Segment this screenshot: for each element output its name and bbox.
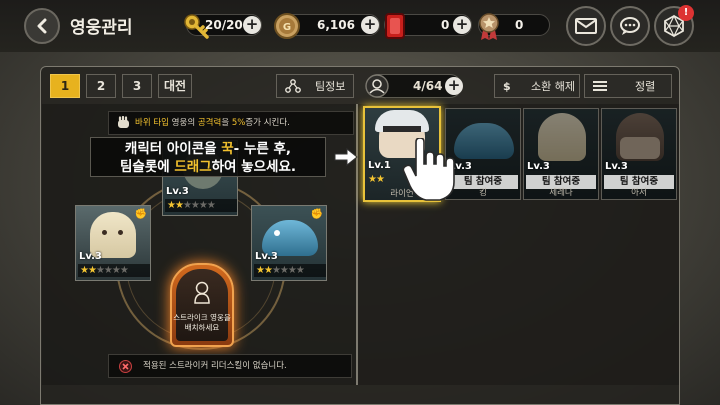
tutorial-highlight: 꾹 xyxy=(221,141,234,157)
hero-name: 세레나 xyxy=(549,188,573,198)
strike-slot-inner: 스트라이크 영웅을 배치하세요 xyxy=(173,269,231,341)
hero-count-value: 4/64 xyxy=(413,79,443,93)
rock-type-icon: ✊ xyxy=(310,209,323,220)
slot-stars: ★★★★★★ xyxy=(254,264,326,277)
gold-coin-icon: G xyxy=(274,13,300,39)
dice-menu-button[interactable]: ! xyxy=(654,5,694,46)
hero-level: Lv.1 xyxy=(368,160,391,171)
ruby-value: 0 xyxy=(441,18,450,32)
chat-bubble-icon xyxy=(620,17,640,35)
team-slot-right[interactable]: ✊ Lv.3 ★★★★★★ xyxy=(251,205,327,281)
bonus-stat-text: 공격력 xyxy=(197,118,222,128)
bonus-text: 을 xyxy=(221,118,232,128)
hero-level: Lv.3 xyxy=(527,161,550,172)
bonus-type-text: 바위 타입 xyxy=(135,118,169,128)
rock-type-icon: ✊ xyxy=(134,209,147,220)
tab-team-3[interactable]: 3 xyxy=(122,74,152,98)
slot-level: Lv.3 xyxy=(255,251,278,262)
summon-cancel-button[interactable]: $ 소환 해제 xyxy=(494,74,580,98)
slot-level: Lv.3 xyxy=(166,186,189,197)
slot-stars: ★★★★★★ xyxy=(165,199,237,212)
tutorial-line-1: 캐릭터 아이콘을 꾹- 누른 후, xyxy=(91,140,325,158)
tutorial-highlight: 드래그 xyxy=(174,159,212,175)
tutorial-text: 캐릭터 아이콘을 xyxy=(124,141,222,157)
eye xyxy=(274,230,280,236)
mail-icon xyxy=(575,18,597,34)
sort-button[interactable]: 정렬 xyxy=(584,74,672,98)
bonus-text: 영웅의 xyxy=(168,118,198,128)
strike-slot-text: 스트라이크 영웅을 배치하세요 xyxy=(173,313,231,332)
medal-resource: 0 xyxy=(478,13,550,40)
back-button[interactable] xyxy=(24,8,60,44)
team-slot-left[interactable]: ✊ Lv.3 ★★★★★★ xyxy=(75,205,151,281)
stamina-value: 20/20 xyxy=(205,18,243,32)
tab-battle[interactable]: 대전 xyxy=(158,74,192,98)
arrow-right-icon xyxy=(334,148,358,166)
ruby-resource: 0 + xyxy=(384,13,472,39)
close-x-icon xyxy=(119,360,132,373)
add-ruby-button[interactable]: + xyxy=(453,16,471,34)
chevron-left-icon xyxy=(37,18,47,34)
menu-lines-icon xyxy=(593,81,607,91)
panel-divider xyxy=(356,104,358,385)
stamina-resource: 20/20 + xyxy=(184,14,262,39)
tab-team-2[interactable]: 2 xyxy=(86,74,116,98)
fist-icon xyxy=(118,116,129,128)
hero-stars: ★★ xyxy=(368,174,385,185)
gold-value: 6,106 xyxy=(317,18,355,32)
team-info-label: 팀정보 xyxy=(315,80,346,93)
add-gold-button[interactable]: + xyxy=(361,16,379,34)
tutorial-text: - 누른 후, xyxy=(233,141,292,157)
roster-hero-3[interactable]: Lv.3 팀 참여중 세레나 xyxy=(523,108,599,200)
eye xyxy=(118,230,123,235)
hero-silhouette-icon xyxy=(194,281,210,304)
ruby-gem-icon xyxy=(385,13,405,39)
dollar-icon: $ xyxy=(503,79,511,93)
tutorial-text: 하여 놓으세요. xyxy=(211,159,296,175)
mail-button[interactable] xyxy=(566,6,606,46)
eye xyxy=(102,230,107,235)
leader-skill-bar: 적용된 스트라이커 리더스킬이 없습니다. xyxy=(108,354,352,378)
notification-badge: ! xyxy=(678,5,694,21)
svg-text:G: G xyxy=(283,22,291,33)
slot-stars: ★★★★★★ xyxy=(78,264,150,277)
gold-resource: G 6,106 + xyxy=(274,13,380,39)
roster-hero-4[interactable]: Lv.3 팀 참여중 아서 xyxy=(601,108,677,200)
bonus-percent: 5% xyxy=(231,118,246,128)
sort-label: 정렬 xyxy=(635,80,656,93)
bonus-text: 증가 시킨다. xyxy=(245,118,290,128)
hero-level: Lv.3 xyxy=(605,161,628,172)
team-nodes-icon xyxy=(285,79,301,93)
team-bonus-bar: 바위 타입 영웅의 공격력을 5%증가 시킨다. xyxy=(108,111,354,135)
expand-slots-button[interactable]: + xyxy=(445,77,463,95)
page-title: 영웅관리 xyxy=(70,18,133,38)
tutorial-text: 팀슬롯에 xyxy=(119,159,175,175)
medal-icon xyxy=(479,13,499,40)
hero-portrait-icon xyxy=(365,74,389,98)
tutorial-line-2: 팀슬롯에 드래그하여 놓으세요. xyxy=(91,158,325,176)
add-stamina-button[interactable]: + xyxy=(243,16,261,34)
tab-team-1[interactable]: 1 xyxy=(50,74,80,98)
drag-tutorial-tooltip: 캐릭터 아이콘을 꾹- 누른 후, 팀슬롯에 드래그하여 놓으세요. xyxy=(90,137,326,177)
hero-name: 아서 xyxy=(631,188,647,198)
chat-button[interactable] xyxy=(610,6,650,46)
slot-level: Lv.3 xyxy=(79,251,102,262)
pointing-hand-icon xyxy=(402,138,455,201)
summon-cancel-label: 소환 해제 xyxy=(531,80,575,93)
medal-value: 0 xyxy=(515,18,524,32)
leader-skill-text: 적용된 스트라이커 리더스킬이 없습니다. xyxy=(143,361,287,371)
cap-band xyxy=(383,126,421,132)
strike-hero-slot[interactable]: 스트라이크 영웅을 배치하세요 xyxy=(170,263,234,347)
team-info-button[interactable]: 팀정보 xyxy=(276,74,354,98)
hero-count: 4/64 + xyxy=(365,74,463,98)
